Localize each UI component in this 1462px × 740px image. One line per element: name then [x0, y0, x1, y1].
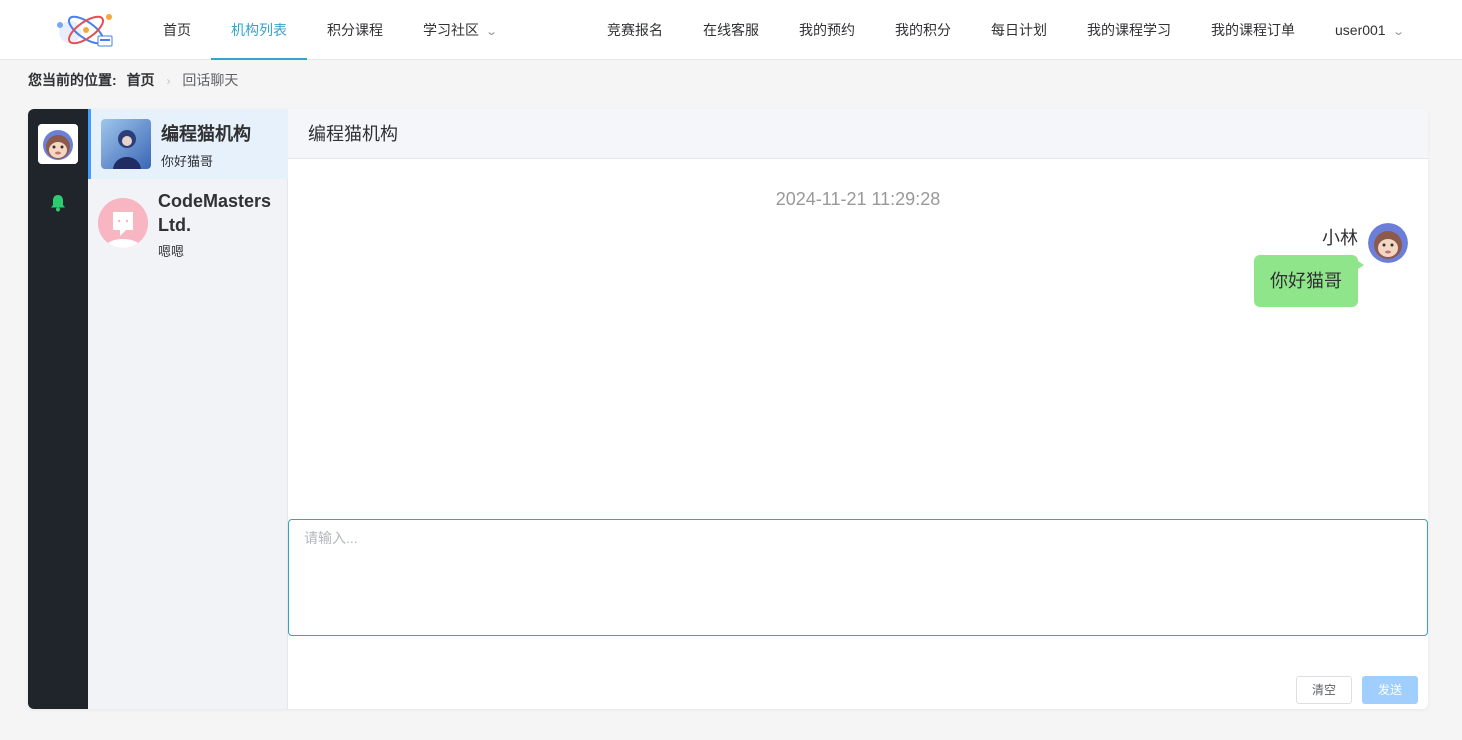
- atom-logo-icon[interactable]: [52, 8, 118, 52]
- avatar[interactable]: [38, 124, 78, 164]
- message-sender: 小林: [1322, 228, 1358, 248]
- conversation-name: 编程猫机构: [161, 124, 251, 144]
- conversation-last-message: 嗯嗯: [158, 244, 185, 259]
- user-menu[interactable]: user001 ⌄: [1335, 0, 1405, 60]
- breadcrumb-home-link[interactable]: 首页: [127, 72, 155, 88]
- avatar[interactable]: [1368, 223, 1408, 263]
- conversation-item[interactable]: CodeMasters Ltd. 嗯嗯: [88, 179, 288, 269]
- chat-panel: 编程猫机构 你好猫哥 CodeMasters Ltd. 嗯嗯 编程猫机构 202…: [28, 109, 1428, 709]
- conversation-list: 编程猫机构 你好猫哥 CodeMasters Ltd. 嗯嗯: [88, 109, 288, 709]
- send-button[interactable]: 发送: [1362, 676, 1418, 704]
- clear-button[interactable]: 清空: [1296, 676, 1352, 704]
- nav-competition[interactable]: 竞赛报名: [607, 0, 663, 60]
- side-rail: [28, 109, 88, 709]
- bell-icon[interactable]: [48, 193, 68, 213]
- avatar: [101, 119, 151, 169]
- chevron-right-icon: ›: [166, 74, 171, 88]
- nav-my-appointments[interactable]: 我的预约: [799, 0, 855, 60]
- nav-community-label: 学习社区: [423, 22, 479, 38]
- message-input[interactable]: [288, 519, 1428, 636]
- top-navbar: 首页 机构列表 积分课程 学习社区 ⌄ 竞赛报名 在线客服 我的预约 我的积分 每…: [0, 0, 1462, 60]
- message-bubble: 你好猫哥: [1254, 255, 1364, 307]
- chat-title: 编程猫机构: [288, 109, 1428, 159]
- chevron-down-icon: ⌄: [1391, 26, 1405, 38]
- chat-window: 编程猫机构 2024-11-21 11:29:28 小林 你好猫哥 清空 发送: [288, 109, 1428, 709]
- conversation-name: CodeMasters Ltd.: [158, 191, 272, 235]
- nav-my-course-orders[interactable]: 我的课程订单: [1211, 0, 1295, 60]
- nav-daily-plan[interactable]: 每日计划: [991, 0, 1047, 60]
- chevron-down-icon: ⌄: [485, 26, 499, 38]
- breadcrumb-current: 回话聊天: [182, 72, 239, 88]
- message-timestamp: 2024-11-21 11:29:28: [775, 189, 941, 209]
- breadcrumb-lead: 您当前的位置:: [28, 72, 117, 88]
- monkey-avatar-icon: [1368, 223, 1408, 263]
- nav-my-points[interactable]: 我的积分: [895, 0, 951, 60]
- nav-my-course-study[interactable]: 我的课程学习: [1087, 0, 1171, 60]
- breadcrumb: 您当前的位置: 首页 › 回话聊天: [28, 70, 238, 90]
- avatar: [98, 198, 148, 248]
- monkey-avatar-icon: [38, 124, 78, 164]
- nav-institution-list[interactable]: 机构列表: [211, 0, 307, 60]
- nav-points-courses[interactable]: 积分课程: [327, 0, 383, 60]
- conversation-item[interactable]: 编程猫机构 你好猫哥: [88, 109, 288, 179]
- username: user001: [1335, 22, 1386, 38]
- nav-home[interactable]: 首页: [163, 0, 191, 60]
- nav-customer-service[interactable]: 在线客服: [703, 0, 759, 60]
- conversation-last-message: 你好猫哥: [161, 154, 214, 169]
- nav-community[interactable]: 学习社区 ⌄: [423, 0, 499, 60]
